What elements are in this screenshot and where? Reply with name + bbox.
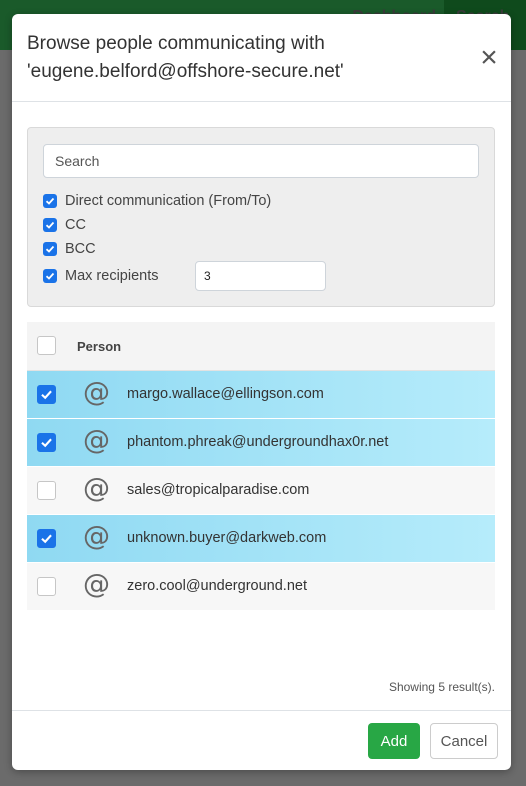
email-at-icon: @ [83,473,110,504]
max-recipients-option[interactable]: Max recipients [43,266,158,286]
people-table: Person @ margo.wallace@ellingson.com @ p… [27,322,495,611]
row-checkbox[interactable] [37,529,56,548]
max-recipients-input[interactable] [195,261,326,291]
modal-header: Browse people communicating with 'eugene… [12,14,511,102]
email-at-icon: @ [83,377,110,408]
person-email: margo.wallace@ellingson.com [127,386,324,402]
row-checkbox[interactable] [37,385,56,404]
filter-panel: Direct communication (From/To) CC BCC Ma… [27,127,495,307]
person-column-header: Person [77,339,122,354]
email-at-icon: @ [83,569,110,600]
cc-option[interactable]: CC [43,215,86,235]
add-button[interactable]: Add [368,723,420,759]
direct-communication-label: Direct communication (From/To) [65,193,272,209]
row-checkbox[interactable] [37,577,56,596]
email-at-icon: @ [83,521,110,552]
person-email: sales@tropicalparadise.com [127,482,310,498]
direct-communication-option[interactable]: Direct communication (From/To) [43,191,271,211]
max-recipients-label: Max recipients [65,268,159,284]
close-icon[interactable]: × [478,43,500,73]
cancel-button[interactable]: Cancel [430,723,498,759]
table-row[interactable]: @ margo.wallace@ellingson.com [27,371,495,419]
email-at-icon: @ [83,425,110,456]
table-row[interactable]: @ unknown.buyer@darkweb.com [27,515,495,563]
bcc-option[interactable]: BCC [43,239,96,259]
table-row[interactable]: @ zero.cool@underground.net [27,563,495,611]
cc-label: CC [65,217,86,233]
result-count: Showing 5 result(s). [388,680,495,694]
person-email: zero.cool@underground.net [127,578,307,594]
row-checkbox[interactable] [37,433,56,452]
max-recipients-checkbox[interactable] [43,269,57,283]
modal-title: Browse people communicating with 'eugene… [27,33,344,82]
direct-communication-checkbox[interactable] [43,194,57,208]
person-email: unknown.buyer@darkweb.com [127,530,327,546]
modal-footer: Add Cancel [12,710,511,770]
bcc-label: BCC [65,241,96,257]
select-all-checkbox[interactable] [37,336,56,355]
row-checkbox[interactable] [37,481,56,500]
person-email: phantom.phreak@undergroundhax0r.net [127,434,389,450]
cc-checkbox[interactable] [43,218,57,232]
browse-people-modal: Browse people communicating with 'eugene… [12,14,511,770]
bcc-checkbox[interactable] [43,242,57,256]
table-row[interactable]: @ sales@tropicalparadise.com [27,467,495,515]
search-input[interactable] [43,144,479,178]
table-row[interactable]: @ phantom.phreak@undergroundhax0r.net [27,419,495,467]
table-header: Person [27,322,495,371]
